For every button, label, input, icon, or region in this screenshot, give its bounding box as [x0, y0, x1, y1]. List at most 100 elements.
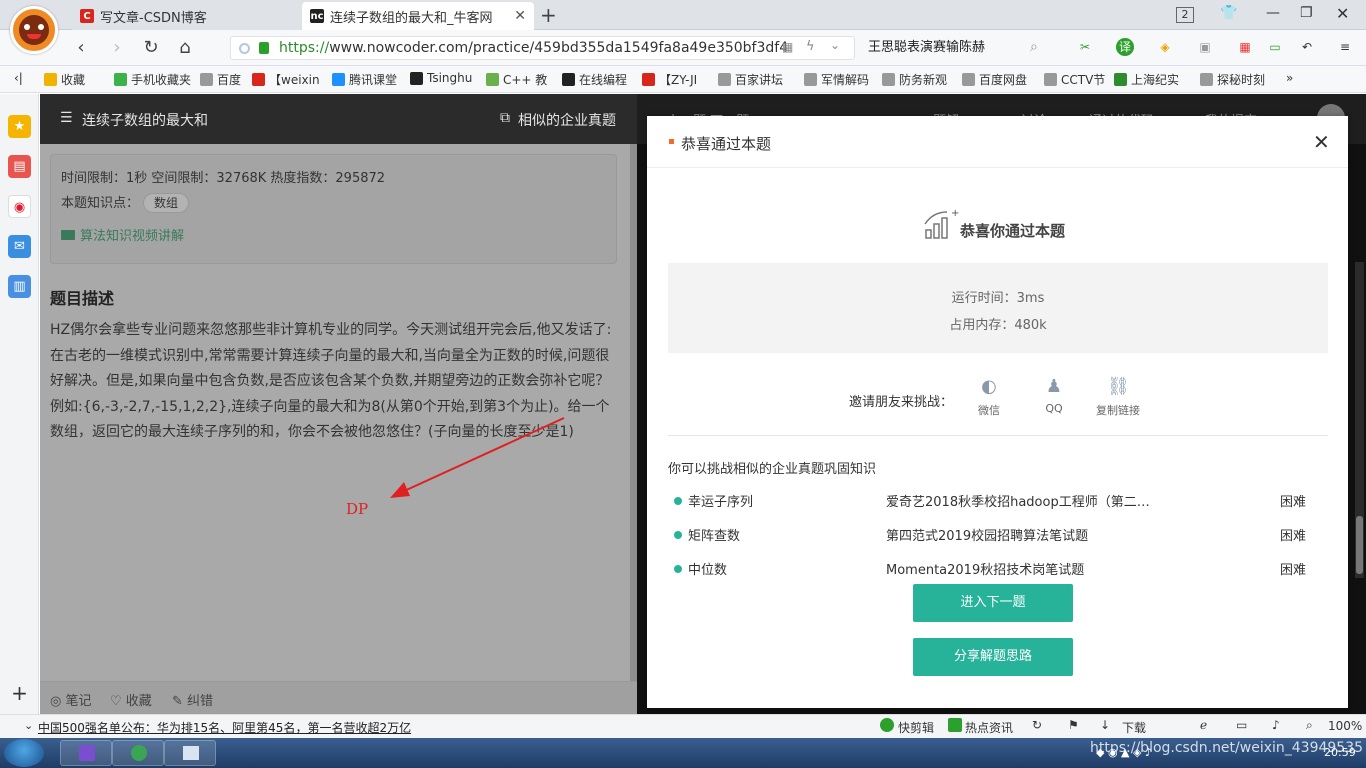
new-tab-button[interactable]: + [540, 3, 557, 27]
news-chevron-icon[interactable]: ⌄ [24, 719, 33, 732]
forward-icon[interactable]: › [106, 37, 128, 59]
bookmark-item[interactable]: 手机收藏夹 [114, 71, 191, 88]
search-input[interactable]: 王思聪表演赛输陈赫 [862, 36, 1052, 60]
bookmark-item[interactable]: 百家讲坛 [718, 71, 783, 88]
related-source[interactable]: 第四范式2019校园招聘算法笔试题 [886, 525, 1166, 544]
notes-button[interactable]: ◎ 笔记 [50, 690, 92, 709]
minimize-icon[interactable]: — [1266, 5, 1280, 21]
sound-icon[interactable]: ♪ [1272, 718, 1280, 732]
bookmark-item[interactable]: 探秘时刻 [1200, 71, 1265, 88]
site-info-icon[interactable] [239, 43, 250, 54]
hotnews-link[interactable]: 热点资讯 [965, 719, 1013, 736]
ie-icon[interactable]: ℯ [1200, 718, 1207, 732]
start-button[interactable] [4, 739, 44, 767]
related-source[interactable]: 爱奇艺2018秋季校招hadoop工程师（第二… [886, 491, 1166, 510]
share-qq[interactable]: ♟ QQ [1029, 376, 1079, 415]
back-icon[interactable]: ‹ [70, 37, 92, 59]
tab-csdn[interactable]: C 写文章-CSDN博客 [72, 2, 302, 30]
bookmark-item[interactable]: 防务新观 [882, 71, 947, 88]
image-icon[interactable]: ▣ [1196, 38, 1214, 56]
panel-divider[interactable] [630, 144, 637, 681]
apps-icon[interactable]: ▦ [1236, 38, 1254, 56]
related-row[interactable]: 中位数 Momenta2019秋招技术岗笔试题 困难 [668, 559, 1308, 579]
home-icon[interactable]: ⌂ [174, 37, 196, 59]
shield-icon[interactable]: ◈ [1156, 38, 1174, 56]
bookmark-item[interactable]: 百度网盘 [962, 71, 1027, 88]
taskbar-window[interactable] [164, 740, 216, 766]
translate-icon[interactable]: 译 [1116, 38, 1134, 56]
news-ticker[interactable]: 中国500强名单公布：华为排15名、阿里第45名，第一名营收超2万亿 [38, 719, 411, 736]
add-sidebar-icon[interactable]: + [8, 682, 31, 705]
weibo-icon[interactable]: ◉ [8, 195, 31, 218]
favorite-button[interactable]: ♡ 收藏 [110, 690, 152, 709]
mail-icon[interactable]: ✉ [8, 235, 31, 258]
favorites-icon[interactable]: ★ [8, 115, 31, 138]
bookmark-item[interactable]: 【ZY-JI [642, 71, 697, 88]
news-icon[interactable]: ▤ [8, 155, 31, 178]
nowcoder-icon [562, 73, 575, 86]
related-name[interactable]: 中位数 [688, 559, 727, 578]
quickcut-link[interactable]: 快剪辑 [898, 719, 934, 736]
skin-icon[interactable]: 👕 [1220, 5, 1237, 21]
bookmark-item[interactable]: CCTV节 [1044, 71, 1105, 88]
close-tab-icon[interactable]: ✕ [514, 8, 526, 24]
tab-nowcoder[interactable]: nc 连续子数组的最大和_牛客网 ✕ [302, 2, 534, 30]
taskbar-browser[interactable] [112, 740, 164, 766]
undo-icon[interactable]: ↶ [1298, 38, 1316, 56]
refresh-icon[interactable]: ↻ [140, 37, 162, 59]
tab-count-badge[interactable]: 2 [1176, 7, 1194, 23]
menu-icon[interactable]: ≡ [1336, 38, 1354, 56]
knowledge-tag[interactable]: 数组 [143, 193, 190, 213]
bookmark-item[interactable]: 百度 [200, 71, 241, 88]
related-row[interactable]: 幸运子序列 爱奇艺2018秋季校招hadoop工程师（第二… 困难 [668, 491, 1308, 511]
bookmark-item[interactable]: 军情解码 [804, 71, 869, 88]
next-problem-button[interactable]: 进入下一题 [913, 584, 1073, 622]
refresh-status-icon[interactable]: ↻ [1032, 718, 1042, 732]
dropdown-icon[interactable]: ⌄ [830, 38, 840, 52]
scrollbar[interactable] [1355, 262, 1364, 578]
video-link-row[interactable]: 算法知识视频讲解 [61, 225, 606, 244]
bookmark-collapse-icon[interactable]: ‹| [14, 71, 23, 85]
watermark: https://blog.csdn.net/weixin_43949535 [1090, 740, 1364, 756]
zoom-level[interactable]: 100% [1328, 719, 1362, 733]
bookmark-item[interactable]: Tsinghu [410, 71, 472, 85]
related-source[interactable]: Momenta2019秋招技术岗笔试题 [886, 559, 1166, 578]
bookmarks-more-icon[interactable]: » [1286, 71, 1293, 85]
list-icon[interactable]: ☰ [60, 110, 73, 126]
window-icon[interactable]: ▭ [1236, 718, 1247, 732]
related-name[interactable]: 矩阵查数 [688, 525, 740, 544]
bookmark-item[interactable]: 在线编程 [562, 71, 627, 88]
related-row[interactable]: 矩阵查数 第四范式2019校园招聘算法笔试题 困难 [668, 525, 1308, 545]
report-button[interactable]: ✎ 纠错 [172, 690, 213, 709]
browser-logo[interactable] [10, 6, 58, 54]
bookmark-item[interactable]: 【weixin [252, 71, 320, 88]
share-copy-link[interactable]: ⛓ 复制链接 [1093, 376, 1143, 418]
bookmark-item[interactable]: 上海纪实 [1114, 71, 1179, 88]
url-field[interactable]: https://www.nowcoder.com/practice/459bd3… [230, 36, 855, 60]
bookmark-item[interactable]: 收藏 [44, 71, 85, 88]
bookmark-item[interactable]: C++ 教 [486, 71, 547, 88]
close-window-icon[interactable]: ✕ [1336, 4, 1349, 23]
video-link[interactable]: 算法知识视频讲解 [80, 225, 184, 244]
bookmark-item[interactable]: 腾讯课堂 [332, 71, 397, 88]
scissors-icon[interactable]: ✂ [1076, 38, 1094, 56]
download-link[interactable]: 下载 [1122, 719, 1146, 736]
page-icon [1044, 73, 1057, 86]
speed-icon[interactable]: ϟ [806, 39, 815, 54]
qr-icon[interactable]: ▦ [782, 40, 793, 54]
tv-icon [1114, 73, 1127, 86]
share-wechat[interactable]: ◐ 微信 [964, 376, 1014, 418]
close-icon[interactable]: ✕ [1313, 130, 1330, 154]
battery-icon[interactable]: ▭ [1266, 38, 1284, 56]
zoom-icon[interactable]: ⌕ [1306, 718, 1313, 733]
star-icon [44, 73, 57, 86]
similar-link[interactable]: 相似的企业真题 [518, 110, 616, 130]
taskbar-vs[interactable] [60, 740, 112, 766]
search-icon[interactable]: ⌕ [1030, 39, 1038, 55]
maximize-icon[interactable]: ❐ [1300, 5, 1313, 21]
related-name[interactable]: 幸运子序列 [688, 491, 753, 510]
pin-icon[interactable]: ⚑ [1068, 718, 1079, 732]
notes-icon[interactable]: ▥ [8, 275, 31, 298]
bookmark-label: CCTV节 [1061, 73, 1106, 87]
share-solution-button[interactable]: 分享解题思路 [913, 638, 1073, 676]
